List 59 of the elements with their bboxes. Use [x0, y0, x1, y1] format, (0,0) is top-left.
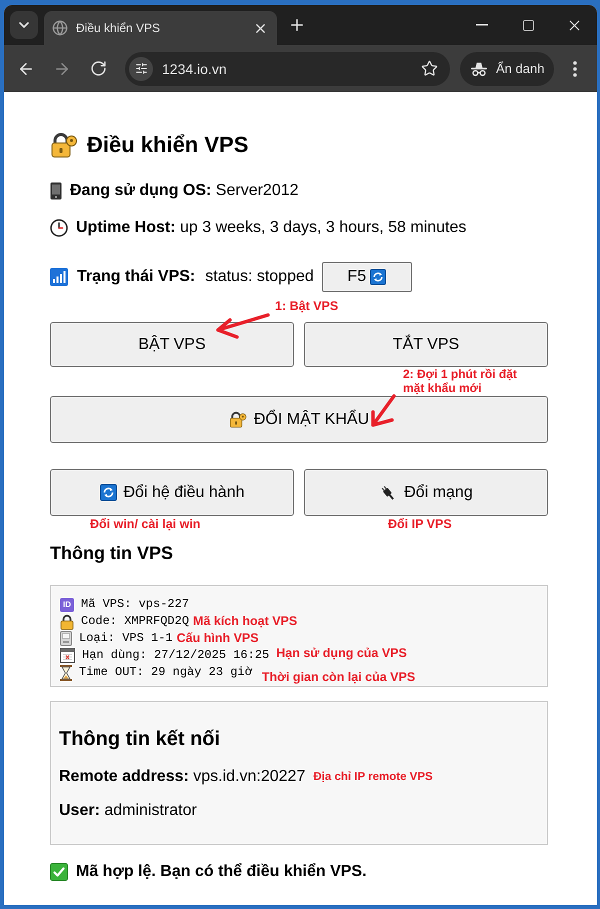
- remote-address: Remote address: vps.id.vn:20227: [59, 767, 306, 787]
- browser-tab[interactable]: Điều khiển VPS: [44, 11, 277, 45]
- plus-icon: [288, 16, 306, 34]
- page-title: Điều khiển VPS: [87, 131, 248, 159]
- info-line: Loại: VPS 1-1: [79, 630, 173, 647]
- annotation-note: 1: Bật VPS: [275, 299, 338, 314]
- annotation-note: Thời gian còn lại của VPS: [262, 670, 416, 685]
- section-heading: Thông tin VPS: [50, 542, 174, 564]
- clock-icon: [50, 219, 68, 237]
- annotation-note: Hạn sử dụng của VPS: [276, 646, 407, 661]
- reload-icon: [90, 60, 106, 77]
- phone-icon: [50, 182, 62, 200]
- site-info-button[interactable]: [129, 56, 153, 80]
- annotation-arrow: [214, 311, 272, 342]
- lock-icon: [60, 614, 74, 630]
- more-vertical-icon: [573, 60, 578, 76]
- annotation-note: 2: Đợi 1 phút rồi đặt mặt khẩu mới: [403, 368, 517, 395]
- check-icon: [50, 863, 68, 881]
- panel-heading: Thông tin kết nối: [59, 727, 222, 751]
- star-icon: [420, 60, 438, 77]
- annotation-note: Cấu hình VPS: [176, 631, 259, 646]
- calendar-icon: [60, 648, 75, 663]
- maximize-icon: [522, 18, 534, 32]
- status-label: Trạng thái VPS:: [77, 268, 196, 286]
- change-os-button[interactable]: Đổi hệ điều hành: [50, 469, 294, 516]
- change-network-button[interactable]: Đổi mạng: [304, 469, 548, 516]
- annotation-note: Địa chỉ IP remote VPS: [313, 770, 433, 784]
- hourglass-icon: [60, 664, 72, 680]
- power-on-button[interactable]: BẬT VPS: [50, 322, 294, 367]
- signal-bars-icon: [50, 268, 68, 286]
- profile-chip[interactable]: Ẩn danh: [460, 52, 554, 86]
- lock-key-icon: [50, 132, 78, 158]
- annotation-arrow: [368, 392, 398, 430]
- annotation-note: Mã kích hoạt VPS: [193, 614, 298, 629]
- uptime-info: Uptime Host: up 3 weeks, 3 days, 3 hours, 58 minutes: [76, 218, 466, 238]
- refresh-button[interactable]: F5: [322, 262, 412, 292]
- info-line: Mã VPS: vps-227: [81, 596, 190, 613]
- refresh-icon: [370, 269, 386, 285]
- incognito-icon: [470, 60, 488, 78]
- minimize-icon: [476, 24, 488, 26]
- address-bar[interactable]: 1234.io.vn: [125, 52, 450, 86]
- id-badge: ID: [60, 598, 74, 612]
- status-value: status: stopped: [205, 268, 314, 286]
- info-line: Code: XMPRFQD2Q: [81, 613, 190, 630]
- info-line: Time OUT: 29 ngày 23 giờ: [79, 664, 252, 681]
- power-off-button[interactable]: TẮT VPS: [304, 322, 548, 367]
- change-password-button[interactable]: ĐỔI MẬT KHẨU: [50, 396, 548, 443]
- annotation-note: Đổi IP VPS: [388, 517, 452, 532]
- sliders-icon: [134, 62, 148, 75]
- tab-search-button[interactable]: [10, 11, 38, 39]
- user-name: User: administrator: [59, 801, 197, 821]
- device-icon: [60, 631, 72, 646]
- annotation-note: Đổi win/ cài lại win: [90, 517, 200, 532]
- info-line: Hạn dùng: 27/12/2025 16:25: [82, 647, 270, 664]
- refresh-icon: [100, 484, 116, 501]
- os-info: Đang sử dụng OS: Server2012: [70, 181, 299, 201]
- lock-key-icon: [228, 411, 247, 428]
- validation-message: Mã hợp lệ. Bạn có thể điều khiển VPS.: [76, 863, 367, 881]
- globe-icon: [52, 20, 68, 36]
